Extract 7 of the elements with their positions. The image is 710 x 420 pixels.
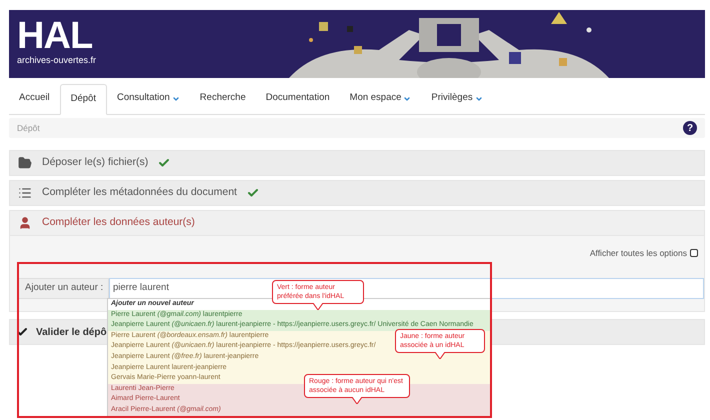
step-title: Compléter les données auteur(s) — [42, 215, 195, 230]
step-title: Déposer le(s) fichier(s) — [42, 155, 148, 170]
step-title: Valider le dépô — [36, 326, 107, 340]
field-label: Ajouter un auteur : — [17, 278, 109, 299]
options-label: Afficher toutes les options — [590, 247, 687, 260]
step-title: Compléter les métadonnées du document — [42, 185, 237, 200]
logo-tagline: archives-ouvertes.fr — [17, 54, 96, 66]
